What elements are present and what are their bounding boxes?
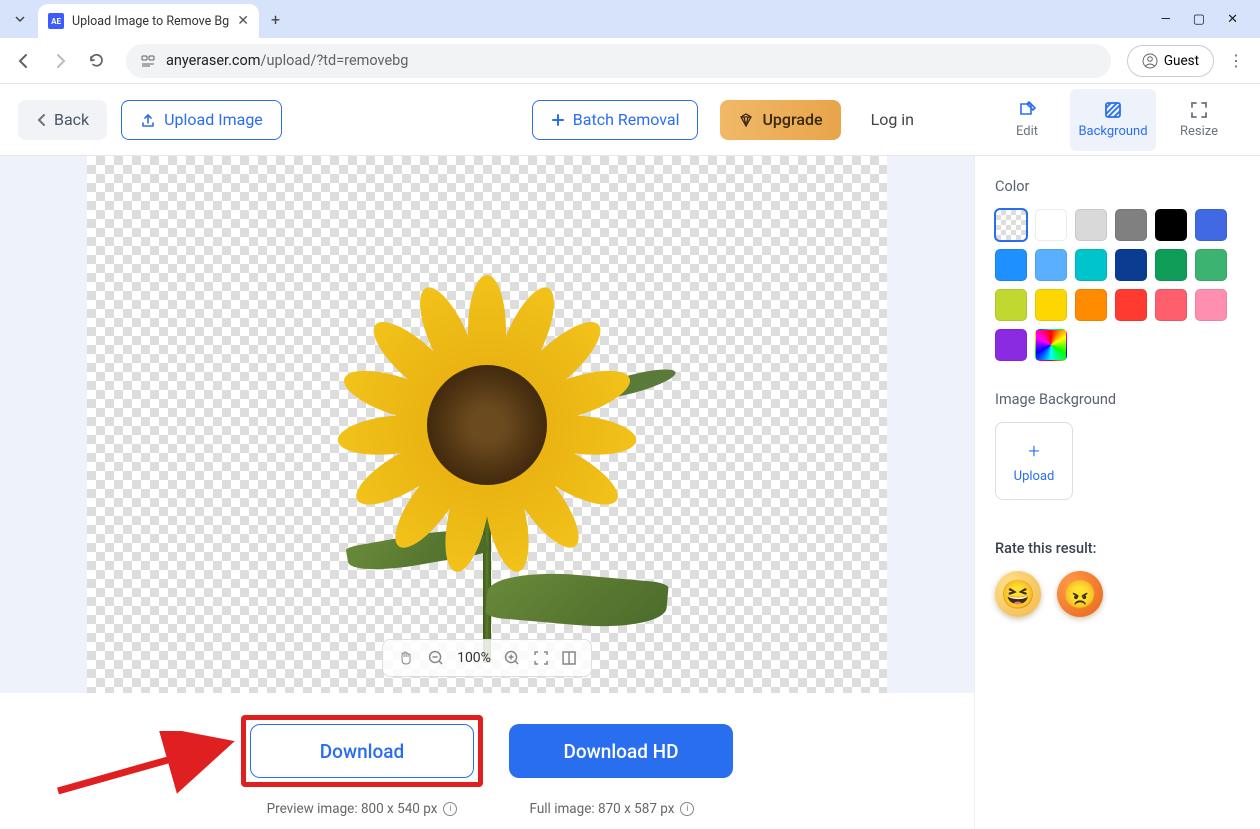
image-canvas[interactable]: 100% bbox=[87, 156, 887, 693]
zoom-in-button[interactable] bbox=[503, 649, 521, 667]
color-swatch[interactable] bbox=[1035, 329, 1067, 361]
site-settings-icon[interactable] bbox=[140, 53, 156, 69]
app-header: Back Upload Image Batch Removal Upgrade … bbox=[0, 84, 1260, 156]
close-window-button[interactable]: ✕ bbox=[1227, 12, 1238, 27]
color-swatch[interactable] bbox=[1115, 209, 1147, 241]
browser-menu-button[interactable]: ⋮ bbox=[1222, 47, 1250, 75]
batch-removal-button[interactable]: Batch Removal bbox=[532, 100, 699, 140]
info-icon[interactable]: i bbox=[680, 802, 694, 816]
guest-icon bbox=[1142, 53, 1158, 69]
tab-edit[interactable]: Edit bbox=[984, 89, 1070, 151]
zoom-out-button[interactable] bbox=[427, 649, 445, 667]
color-swatch[interactable] bbox=[995, 209, 1027, 241]
profile-label: Guest bbox=[1164, 53, 1199, 69]
download-button[interactable]: Download bbox=[250, 724, 474, 778]
back-label: Back bbox=[54, 110, 89, 129]
color-swatch[interactable] bbox=[1155, 209, 1187, 241]
upload-icon bbox=[140, 112, 156, 128]
rating-row: 😆 😠 bbox=[995, 571, 1240, 617]
address-bar[interactable]: anyeraser.com/upload/?td=removebg bbox=[126, 44, 1111, 78]
upgrade-label: Upgrade bbox=[762, 110, 822, 129]
upload-background-tile[interactable]: + Upload bbox=[995, 422, 1073, 500]
canvas-area: 100% Download Download HD Preview image:… bbox=[0, 156, 974, 829]
upload-image-button[interactable]: Upload Image bbox=[121, 100, 282, 140]
upgrade-button[interactable]: Upgrade bbox=[720, 100, 840, 140]
color-swatch[interactable] bbox=[1195, 249, 1227, 281]
color-swatch[interactable] bbox=[1035, 209, 1067, 241]
color-swatch[interactable] bbox=[1115, 249, 1147, 281]
browser-titlebar: AE Upload Image to Remove Bg ✕ + — ▢ ✕ bbox=[0, 0, 1260, 38]
back-button[interactable]: Back bbox=[18, 100, 107, 140]
minimize-button[interactable]: — bbox=[1161, 12, 1171, 27]
chevron-left-icon bbox=[36, 113, 46, 127]
pan-tool-button[interactable] bbox=[397, 649, 415, 667]
compare-button[interactable] bbox=[561, 650, 577, 666]
tab-search-dropdown[interactable] bbox=[8, 7, 32, 31]
full-size-info: Full image: 870 x 587 px i bbox=[500, 801, 724, 817]
color-swatch[interactable] bbox=[1155, 249, 1187, 281]
color-swatch[interactable] bbox=[1035, 289, 1067, 321]
rate-label: Rate this result: bbox=[995, 540, 1240, 557]
reload-button[interactable] bbox=[82, 47, 110, 75]
tab-background-label: Background bbox=[1078, 124, 1147, 139]
result-image bbox=[87, 156, 887, 693]
background-icon bbox=[1103, 100, 1123, 120]
tab-background[interactable]: Background bbox=[1070, 89, 1156, 151]
color-grid bbox=[995, 209, 1240, 361]
image-bg-section-label: Image Background bbox=[995, 391, 1240, 408]
color-swatch[interactable] bbox=[1155, 289, 1187, 321]
batch-label: Batch Removal bbox=[573, 110, 680, 129]
download-hd-button[interactable]: Download HD bbox=[509, 724, 733, 778]
login-link[interactable]: Log in bbox=[871, 110, 914, 129]
upload-label: Upload Image bbox=[164, 110, 263, 129]
annotation-highlight: Download bbox=[241, 715, 483, 787]
color-swatch[interactable] bbox=[1195, 209, 1227, 241]
resize-icon bbox=[1189, 100, 1209, 120]
edit-icon bbox=[1017, 100, 1037, 120]
info-icon[interactable]: i bbox=[443, 802, 457, 816]
tab-title: Upload Image to Remove Bg bbox=[72, 14, 229, 29]
download-bar: Download Download HD Preview image: 800 … bbox=[0, 693, 974, 829]
fullscreen-button[interactable] bbox=[533, 650, 549, 666]
tab-resize-label: Resize bbox=[1180, 124, 1218, 139]
color-swatch[interactable] bbox=[1115, 289, 1147, 321]
browser-toolbar: anyeraser.com/upload/?td=removebg Guest … bbox=[0, 38, 1260, 84]
plus-icon: + bbox=[1028, 439, 1039, 463]
zoom-value: 100% bbox=[457, 650, 491, 666]
nav-forward-button[interactable] bbox=[46, 47, 74, 75]
favicon-icon: AE bbox=[48, 13, 64, 29]
color-swatch[interactable] bbox=[995, 329, 1027, 361]
color-section-label: Color bbox=[995, 178, 1240, 195]
rate-happy-button[interactable]: 😆 bbox=[995, 571, 1041, 617]
upload-tile-label: Upload bbox=[1014, 469, 1055, 484]
color-swatch[interactable] bbox=[995, 289, 1027, 321]
window-controls: — ▢ ✕ bbox=[1161, 12, 1252, 27]
browser-tab[interactable]: AE Upload Image to Remove Bg ✕ bbox=[38, 4, 259, 38]
color-swatch[interactable] bbox=[1035, 249, 1067, 281]
diamond-icon bbox=[738, 112, 754, 128]
main-area: 100% Download Download HD Preview image:… bbox=[0, 156, 1260, 829]
zoom-controls: 100% bbox=[382, 639, 592, 677]
tab-close-button[interactable]: ✕ bbox=[237, 13, 249, 29]
profile-button[interactable]: Guest bbox=[1127, 45, 1214, 77]
sidebar: Color Image Background + Upload Rate thi… bbox=[974, 156, 1260, 829]
new-tab-button[interactable]: + bbox=[271, 10, 280, 29]
plus-icon bbox=[551, 113, 565, 127]
url-text: anyeraser.com/upload/?td=removebg bbox=[166, 52, 408, 69]
tab-edit-label: Edit bbox=[1016, 124, 1038, 139]
color-swatch[interactable] bbox=[1195, 289, 1227, 321]
color-swatch[interactable] bbox=[1075, 249, 1107, 281]
preview-size-info: Preview image: 800 x 540 px i bbox=[250, 801, 474, 817]
tab-resize[interactable]: Resize bbox=[1156, 89, 1242, 151]
rate-angry-button[interactable]: 😠 bbox=[1057, 571, 1103, 617]
nav-back-button[interactable] bbox=[10, 47, 38, 75]
color-swatch[interactable] bbox=[1075, 289, 1107, 321]
maximize-button[interactable]: ▢ bbox=[1193, 12, 1205, 27]
color-swatch[interactable] bbox=[1075, 209, 1107, 241]
color-swatch[interactable] bbox=[995, 249, 1027, 281]
